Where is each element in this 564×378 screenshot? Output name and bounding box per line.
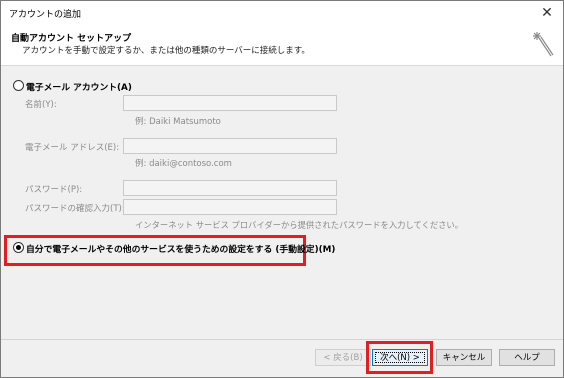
footer-separator [1,339,563,340]
title-bar: アカウントの追加 ✕ [1,1,563,25]
email-account-label[interactable]: 電子メール アカウント(A) [26,80,132,93]
cancel-button[interactable]: キャンセル [436,349,492,366]
manual-setup-label[interactable]: 自分で電子メールやその他のサービスを使うための設定をする (手動設定)(M) [26,242,335,255]
window-title: アカウントの追加 [9,10,82,20]
email-example: 例: daiki@contoso.com [135,159,232,169]
name-example: 例: Daiki Matsumoto [135,117,221,127]
password-label: パスワード(P): [25,185,83,195]
name-label: 名前(Y): [25,100,57,110]
email-address-input[interactable] [123,138,337,154]
header-subtitle: アカウントを手動で設定するか、または他の種類のサーバーに接続します。 [22,46,310,56]
help-button[interactable]: ヘルプ [499,349,555,366]
password-confirm-input[interactable] [123,199,337,215]
focus-rect [375,352,425,363]
email-account-radio[interactable] [13,80,24,91]
name-input[interactable] [123,95,337,111]
password-input[interactable] [123,180,337,196]
wizard-header: 自動アカウント セットアップ アカウントを手動で設定するか、または他の種類のサー… [1,25,563,66]
email-address-label: 電子メール アドレス(E): [25,143,120,153]
dialog-window: アカウントの追加 ✕ 自動アカウント セットアップ アカウントを手動で設定するか… [0,0,564,378]
next-button[interactable]: 次へ(N) > [372,349,428,366]
header-title: 自動アカウント セットアップ [11,34,132,44]
password-hint: インターネット サービス プロバイダーから提供されたパスワードを入力してください… [135,220,464,230]
back-button[interactable]: < 戻る(B) [315,349,371,366]
close-icon[interactable]: ✕ [537,3,557,23]
manual-setup-radio[interactable] [13,242,24,253]
wizard-sparkle-icon [533,32,554,57]
password-confirm-label: パスワードの確認入力(T): [25,204,125,214]
